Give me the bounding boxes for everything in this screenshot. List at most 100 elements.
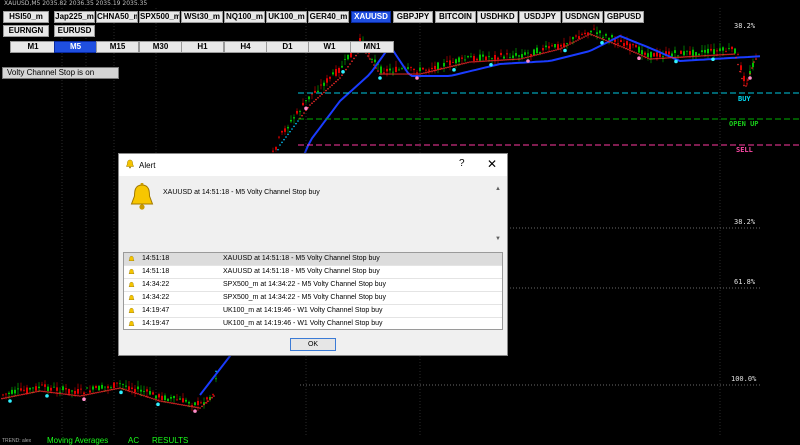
- candle-body: [416, 72, 418, 74]
- close-button[interactable]: ✕: [487, 157, 497, 171]
- signal-dot: [339, 77, 341, 79]
- candle-body: [494, 54, 496, 60]
- list-item[interactable]: 14:19:47 UK100_m at 14:19:46 - W1 Volty C…: [124, 318, 502, 329]
- alert-message: XAUUSD at 14:51:18 - M5 Volty Channel St…: [163, 189, 320, 196]
- signal-dot: [21, 393, 23, 396]
- list-item[interactable]: 14:51:18 XAUUSD at 14:51:18 - M5 Volty Ch…: [124, 266, 502, 279]
- signal-dot: [385, 73, 387, 75]
- scroll-up-icon[interactable]: ▲: [495, 186, 501, 192]
- timeframe-button-m15[interactable]: M15: [96, 41, 139, 53]
- scroll-down-icon[interactable]: ▼: [495, 236, 501, 242]
- signal-dot: [47, 391, 49, 393]
- signal-dot: [147, 396, 149, 398]
- signal-dot: [681, 56, 683, 58]
- signal-dot: [95, 392, 97, 394]
- candle-body: [275, 146, 277, 150]
- symbol-button-usdjpy[interactable]: USDJPY: [519, 11, 561, 23]
- signal-dot: [5, 397, 7, 399]
- candle-body: [152, 392, 154, 395]
- signal-dot: [601, 38, 603, 40]
- symbol-button-jap225_m[interactable]: Jap225_m: [54, 11, 95, 23]
- tab-ac[interactable]: AC: [128, 436, 139, 445]
- signal-dot: [135, 392, 137, 395]
- ok-button[interactable]: OK: [290, 338, 336, 351]
- symbol-button-hsi50_m[interactable]: HSI50_m: [3, 11, 49, 23]
- candle-body: [548, 46, 550, 49]
- timeframe-button-w1[interactable]: W1: [308, 41, 351, 53]
- list-item[interactable]: 14:34:22 SPX500_m at 14:34:22 - M5 Volty …: [124, 279, 502, 292]
- signal-dot: [717, 54, 719, 56]
- signal-dot: [117, 387, 119, 390]
- help-button[interactable]: ?: [459, 158, 465, 169]
- timeframe-button-m1[interactable]: M1: [10, 41, 56, 53]
- symbol-button-gbpusd[interactable]: GBPUSD: [604, 11, 644, 23]
- symbol-button-xauusd[interactable]: XAUUSD: [351, 11, 391, 23]
- symbol-button-uk100_m[interactable]: UK100_m: [266, 11, 307, 23]
- candle-body: [497, 57, 499, 60]
- signal-dot: [463, 62, 465, 65]
- signal-dot: [43, 390, 45, 393]
- signal-dot: [459, 63, 461, 66]
- signal-dot: [157, 399, 159, 402]
- timeframe-button-m5[interactable]: M5: [54, 41, 97, 53]
- candle-body: [449, 60, 451, 66]
- signal-dot: [447, 66, 449, 69]
- timeframe-button-h4[interactable]: H4: [224, 41, 267, 53]
- symbol-button-wst30_m[interactable]: WSt30_m: [181, 11, 223, 23]
- symbol-button-ger40_m[interactable]: GER40_m: [308, 11, 349, 23]
- timeframe-button-d1[interactable]: D1: [266, 41, 309, 53]
- signal-dot: [703, 54, 705, 57]
- candle-body: [272, 150, 274, 152]
- signal-dot: [185, 404, 187, 407]
- tab-trend[interactable]: TREND: alex: [2, 438, 31, 444]
- signal-dot: [747, 79, 749, 81]
- signal-dot: [77, 394, 79, 397]
- symbol-button-nq100_m[interactable]: NQ100_m: [224, 11, 265, 23]
- bell-icon: [128, 255, 135, 261]
- candle-body: [467, 56, 469, 58]
- list-item[interactable]: 14:34:22 SPX500_m at 14:34:22 - M5 Volty …: [124, 292, 502, 305]
- signal-dot: [433, 69, 435, 72]
- tab-moving-averages[interactable]: Moving Averages: [47, 436, 108, 445]
- tab-results[interactable]: RESULTS: [152, 436, 188, 445]
- symbol-button-eurngn[interactable]: EURNGN: [3, 25, 49, 37]
- symbol-button-usdhkd[interactable]: USDHKD: [477, 11, 518, 23]
- signal-dot: [333, 82, 335, 85]
- symbol-button-eurusd[interactable]: EURUSD: [54, 25, 95, 37]
- timeframe-button-mn1[interactable]: MN1: [350, 41, 394, 53]
- symbol-button-bitcoin[interactable]: BITCOIN: [435, 11, 476, 23]
- signal-dot: [27, 392, 29, 395]
- signal-dot: [609, 41, 611, 43]
- symbol-button-spx500_m[interactable]: SPX500_m: [139, 11, 180, 23]
- fib-1000-label: 100.0%: [731, 375, 757, 383]
- candle-body: [65, 388, 67, 390]
- alert-history-list[interactable]: 14:51:18 XAUUSD at 14:51:18 - M5 Volty Ch…: [123, 252, 503, 330]
- signal-dot: [479, 60, 481, 63]
- candle-body: [320, 84, 322, 86]
- symbol-button-chna50_m[interactable]: CHNA50_m: [96, 11, 138, 23]
- list-item[interactable]: 14:19:47 UK100_m at 14:19:46 - W1 Volty C…: [124, 305, 502, 318]
- alert-text: XAUUSD at 14:51:18 - M5 Volty Channel St…: [223, 268, 380, 275]
- signal-dot: [501, 59, 503, 61]
- signal-dot: [61, 392, 63, 395]
- list-item[interactable]: 14:51:18 XAUUSD at 14:51:18 - M5 Volty Ch…: [124, 253, 502, 266]
- signal-dot: [125, 389, 127, 391]
- candle-body: [38, 386, 40, 389]
- candle-body: [722, 47, 724, 51]
- signal-dot: [637, 53, 639, 55]
- candle-body: [290, 119, 292, 122]
- candle-body: [518, 55, 520, 57]
- timeframe-button-m30[interactable]: M30: [139, 41, 182, 53]
- candle-body: [641, 50, 643, 55]
- candle-body: [422, 67, 424, 70]
- signal-dot: [517, 58, 519, 60]
- timeframe-button-h1[interactable]: H1: [181, 41, 224, 53]
- candle-body: [305, 100, 307, 101]
- signal-dot: [53, 391, 55, 394]
- dialog-titlebar[interactable]: Alert ? ✕: [119, 154, 507, 176]
- signal-dot: [45, 390, 47, 393]
- signal-marker: [452, 68, 456, 72]
- symbol-button-usdngn[interactable]: USDNGN: [562, 11, 603, 23]
- signal-dot: [355, 54, 357, 57]
- symbol-button-gbpjpy[interactable]: GBPJPY: [393, 11, 433, 23]
